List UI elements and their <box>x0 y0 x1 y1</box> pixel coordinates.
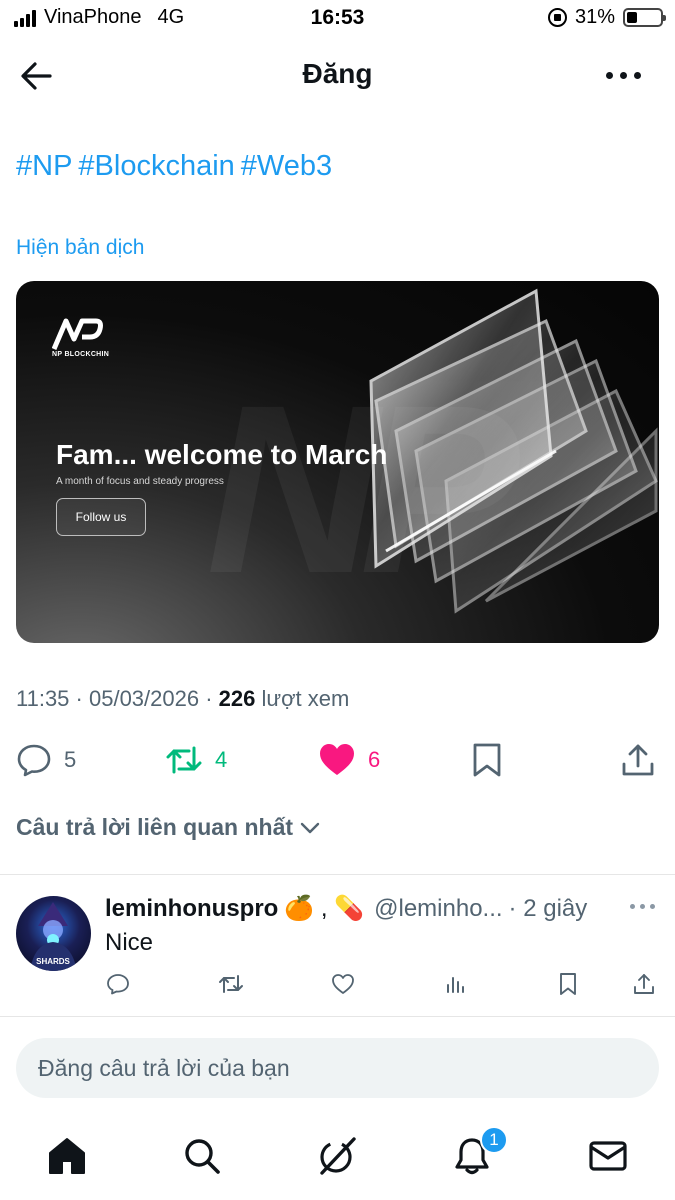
reply-author-handle: @leminho... <box>374 894 503 922</box>
dot-icon <box>620 72 627 79</box>
reply-sort-dropdown[interactable]: Câu trả lời liên quan nhất <box>16 814 321 841</box>
banner-follow-button: Follow us <box>56 498 146 536</box>
heart-filled-icon <box>320 744 354 775</box>
reply-action-bar <box>0 972 675 1002</box>
grok-icon <box>320 1137 356 1175</box>
repost-button[interactable]: 4 <box>165 736 227 784</box>
nav-notifications[interactable]: 1 <box>450 1126 508 1178</box>
dot-icon <box>650 904 655 909</box>
reply-more-button[interactable] <box>630 904 655 909</box>
arrow-left-icon <box>21 62 52 90</box>
signal-icon <box>14 9 36 27</box>
author-emoji: 🍊 , 💊 <box>284 895 365 922</box>
post-time: 11:35 <box>16 686 70 711</box>
reply-text: Nice <box>105 929 154 956</box>
reply-item[interactable]: SHARDS leminhonuspro 🍊 , 💊 @leminho... ·… <box>0 874 675 1016</box>
bookmark-icon[interactable] <box>556 972 580 996</box>
back-button[interactable] <box>16 56 56 96</box>
wizard-avatar-graphic: SHARDS <box>30 902 77 971</box>
analytics-icon[interactable] <box>444 972 468 996</box>
hashtag-link[interactable]: #NP <box>16 150 72 182</box>
dot-icon <box>630 904 635 909</box>
nav-search[interactable] <box>180 1134 224 1178</box>
post-image[interactable]: NP NP BLOCKCHIN Fam... welcome to March … <box>16 281 659 643</box>
search-icon <box>185 1139 220 1174</box>
like-count: 6 <box>368 747 381 772</box>
heart-icon[interactable] <box>331 972 355 996</box>
battery-icon <box>623 8 666 27</box>
repost-count: 4 <box>215 747 228 772</box>
reply-time: · 2 giây <box>508 894 588 922</box>
mail-icon <box>589 1141 627 1171</box>
carrier-name: VinaPhone <box>44 6 142 28</box>
reply-compose-input[interactable]: Đăng câu trả lời của bạn <box>16 1038 659 1098</box>
repost-icon <box>166 746 202 774</box>
banner-subline: A month of focus and steady progress <box>56 476 224 487</box>
reply-icon <box>17 744 51 777</box>
home-icon <box>49 1138 85 1174</box>
reply-header: leminhonuspro 🍊 , 💊 @leminho... · 2 giây <box>105 894 625 923</box>
banner-headline: Fam... welcome to March <box>56 439 388 470</box>
dot-icon <box>640 904 645 909</box>
svg-text:SHARDS: SHARDS <box>36 957 70 966</box>
status-left: VinaPhone 4G <box>14 6 184 29</box>
dot-icon <box>634 72 641 79</box>
show-translation-link[interactable]: Hiện bản dịch <box>16 236 144 260</box>
nav-home[interactable] <box>45 1134 89 1178</box>
nav-grok[interactable] <box>315 1134 359 1178</box>
bottom-nav: 1 <box>0 1118 675 1200</box>
top-bar: Đăng <box>0 48 675 104</box>
post-action-bar: 5 4 6 <box>0 736 675 784</box>
status-right: 31% <box>547 6 666 29</box>
reply-icon[interactable] <box>106 972 130 996</box>
reply-count: 5 <box>64 747 77 772</box>
status-bar: VinaPhone 4G 16:53 31% <box>0 0 675 38</box>
hashtag-link[interactable]: #Web3 <box>241 150 332 182</box>
divider <box>0 1016 675 1017</box>
logo-text: NP BLOCKCHIN <box>52 351 110 358</box>
reply-button[interactable]: 5 <box>16 736 76 784</box>
view-count: 226 <box>218 686 256 711</box>
reply-author-name[interactable]: leminhonuspro <box>105 895 278 923</box>
share-icon <box>622 744 654 776</box>
dot-icon <box>606 72 613 79</box>
avatar[interactable]: SHARDS <box>16 896 91 971</box>
bookmark-icon <box>473 743 501 777</box>
notification-badge: 1 <box>480 1126 508 1154</box>
post-date: 05/03/2026 <box>88 686 200 711</box>
orientation-lock-icon <box>547 8 567 27</box>
nav-messages[interactable] <box>586 1134 630 1178</box>
np-logo <box>52 318 103 350</box>
post-meta: 11:35 · 05/03/2026 · 226 lượt xem <box>16 686 350 711</box>
network-type: 4G <box>157 6 185 28</box>
battery-percent: 31% <box>574 6 615 28</box>
repost-icon[interactable] <box>218 972 244 996</box>
post-hashtags: #NP #Blockchain #Web3 <box>16 150 338 183</box>
like-button[interactable]: 6 <box>318 736 380 784</box>
bookmark-button[interactable] <box>470 736 504 784</box>
share-icon[interactable] <box>632 972 656 996</box>
sort-label: Câu trả lời liên quan nhất <box>16 814 294 840</box>
page-title: Đăng <box>302 58 373 89</box>
chevron-down-icon <box>300 822 320 833</box>
more-options-button[interactable] <box>602 64 645 87</box>
compose-placeholder: Đăng câu trả lời của bạn <box>38 1054 290 1081</box>
views-label: lượt xem <box>261 686 350 711</box>
share-button[interactable] <box>620 736 656 784</box>
hashtag-link[interactable]: #Blockchain <box>78 150 234 182</box>
